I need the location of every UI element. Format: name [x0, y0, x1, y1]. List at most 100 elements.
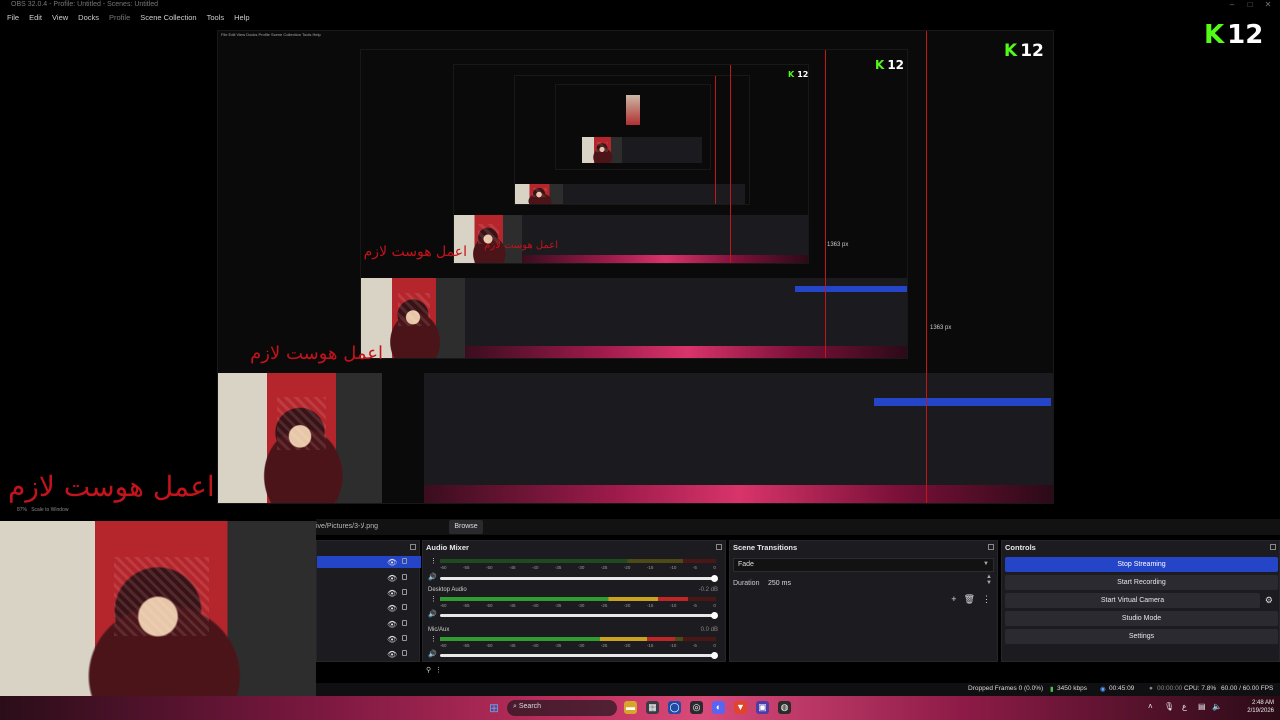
- menu-help[interactable]: Help: [229, 12, 254, 26]
- stream-time: 00:45:09: [1109, 685, 1135, 692]
- track-menu-icon[interactable]: ⋮: [430, 557, 437, 565]
- menu-view[interactable]: View: [47, 12, 73, 26]
- chrome-icon[interactable]: ◍: [778, 701, 791, 714]
- slider-knob[interactable]: [711, 652, 718, 659]
- eye-icon[interactable]: 👁: [387, 620, 397, 629]
- chevron-down-icon: ▼: [983, 561, 989, 567]
- meter-tick-label: -60: [440, 603, 447, 608]
- clock-date: 2/19/2026: [1247, 708, 1274, 714]
- source-row[interactable]: 👁: [317, 633, 421, 645]
- more-icon[interactable]: ⋮: [982, 594, 991, 605]
- eye-icon[interactable]: 👁: [387, 589, 397, 598]
- source-row[interactable]: 👁: [317, 618, 421, 630]
- file-explorer-icon[interactable]: ▬: [624, 701, 637, 714]
- dock-popout-icon[interactable]: [410, 544, 416, 550]
- taskbar-search[interactable]: ⌕ Search: [507, 700, 617, 716]
- speaker-icon[interactable]: 🔊: [428, 650, 437, 658]
- source-row[interactable]: 👁: [317, 556, 421, 568]
- discord-icon[interactable]: ◐: [712, 701, 725, 714]
- transition-select[interactable]: Fade ▼: [733, 558, 994, 572]
- add-icon[interactable]: +: [951, 594, 956, 605]
- slider-knob[interactable]: [711, 612, 718, 619]
- nested-taskbar-2: [465, 346, 907, 358]
- close-icon[interactable]: ✕: [1260, 0, 1276, 9]
- eye-icon[interactable]: 👁: [387, 635, 397, 644]
- minimize-icon[interactable]: –: [1224, 0, 1240, 9]
- windows-start-icon[interactable]: ⊞: [489, 701, 499, 715]
- mic-icon[interactable]: 🎙: [1164, 702, 1174, 711]
- duration-label: Duration: [733, 580, 760, 587]
- network-icon[interactable]: ▤: [1198, 702, 1206, 711]
- app-icon[interactable]: ▣: [756, 701, 769, 714]
- volume-slider[interactable]: [440, 612, 718, 619]
- eye-icon[interactable]: 👁: [387, 558, 397, 567]
- lock-icon[interactable]: [402, 635, 407, 641]
- source-row[interactable]: 👁: [317, 602, 421, 614]
- meter-tick-label: -15: [646, 565, 654, 570]
- track-menu-icon[interactable]: ⋮: [430, 635, 437, 643]
- brave-icon[interactable]: ▼: [734, 701, 747, 714]
- start-virtual-camera-button[interactable]: Start Virtual Camera: [1005, 593, 1260, 608]
- lock-icon[interactable]: [402, 589, 407, 595]
- store-icon[interactable]: ▦: [646, 701, 659, 714]
- duration-spinner[interactable]: ▲ ▼: [986, 574, 992, 586]
- menu-file[interactable]: File: [2, 12, 24, 26]
- lock-icon[interactable]: [402, 558, 407, 564]
- dock-popout-icon[interactable]: [1270, 544, 1276, 550]
- volume-slider[interactable]: [440, 652, 718, 659]
- eye-icon[interactable]: 👁: [387, 604, 397, 613]
- volume-meter: [440, 637, 716, 641]
- lock-icon[interactable]: [402, 574, 407, 580]
- volume-slider[interactable]: [440, 575, 718, 582]
- trash-icon[interactable]: 🗑: [964, 594, 975, 605]
- caption-nested-1: اعمل هوست لازم: [250, 343, 383, 364]
- language-icon[interactable]: ع: [1182, 702, 1187, 711]
- stop-streaming-button[interactable]: Stop Streaming: [1005, 557, 1278, 572]
- zoom-indicator[interactable]: 87% Scale to Window: [17, 507, 68, 513]
- menu-profile[interactable]: Profile: [104, 12, 135, 26]
- meter-level: [440, 597, 689, 601]
- menu-scene-collection[interactable]: Scene Collection: [135, 12, 201, 26]
- obs-icon[interactable]: ◎: [690, 701, 703, 714]
- slider-knob[interactable]: [711, 575, 718, 582]
- menu-tools[interactable]: Tools: [202, 12, 230, 26]
- dock-popout-icon[interactable]: [988, 544, 994, 550]
- lock-icon[interactable]: [402, 650, 407, 656]
- window-title: OBS 32.0.4 - Profile: Untitled - Scenes:…: [11, 1, 159, 8]
- zoom-label: 87%: [17, 507, 28, 513]
- browser-icon[interactable]: ◯: [668, 701, 681, 714]
- browse-button[interactable]: Browse: [449, 520, 483, 534]
- taskbar-clock[interactable]: 2:48 AM 2/19/2026: [1247, 699, 1274, 715]
- volume-meter: [440, 559, 716, 563]
- sources-dock: 👁 👁 👁 👁 👁 👁 👁: [316, 540, 421, 662]
- controls-title: Controls: [1002, 541, 1279, 554]
- eye-icon[interactable]: 👁: [387, 650, 397, 659]
- mixer-menu-icon[interactable]: ⋮: [435, 667, 442, 674]
- track-menu-icon[interactable]: ⋮: [430, 595, 437, 603]
- duration-input[interactable]: 250 ms: [768, 580, 791, 587]
- speaker-icon[interactable]: 🔊: [428, 573, 437, 581]
- caption-nested-3: اعمل هوست لازم: [484, 240, 558, 251]
- source-row[interactable]: 👁: [317, 648, 421, 660]
- lock-icon[interactable]: [402, 604, 407, 610]
- source-row[interactable]: 👁: [317, 572, 421, 584]
- source-row[interactable]: 👁: [317, 587, 421, 599]
- speaker-icon[interactable]: 🔊: [428, 610, 437, 618]
- meter-tick-label: -5: [692, 565, 697, 570]
- mixer-link-icon[interactable]: ⚲: [426, 667, 431, 674]
- studio-mode-button[interactable]: Studio Mode: [1005, 611, 1278, 626]
- maximize-icon[interactable]: □: [1242, 0, 1258, 9]
- tray-chevron-icon[interactable]: ˄: [1148, 702, 1153, 711]
- nested-stop-streaming-2: [795, 286, 907, 292]
- menu-edit[interactable]: Edit: [24, 12, 47, 26]
- menu-docks[interactable]: Docks: [73, 12, 104, 26]
- start-recording-button[interactable]: Start Recording: [1005, 575, 1278, 590]
- dock-popout-icon[interactable]: [716, 544, 722, 550]
- settings-button[interactable]: Settings: [1005, 629, 1278, 644]
- gear-icon[interactable]: ⚙: [1265, 595, 1273, 606]
- preview-canvas[interactable]: File Edit View Docks Profile Scene Colle…: [0, 20, 1280, 516]
- meter-tick-label: -20: [623, 603, 631, 608]
- eye-icon[interactable]: 👁: [387, 574, 397, 583]
- lock-icon[interactable]: [402, 620, 407, 626]
- volume-icon[interactable]: 🔈: [1212, 702, 1222, 711]
